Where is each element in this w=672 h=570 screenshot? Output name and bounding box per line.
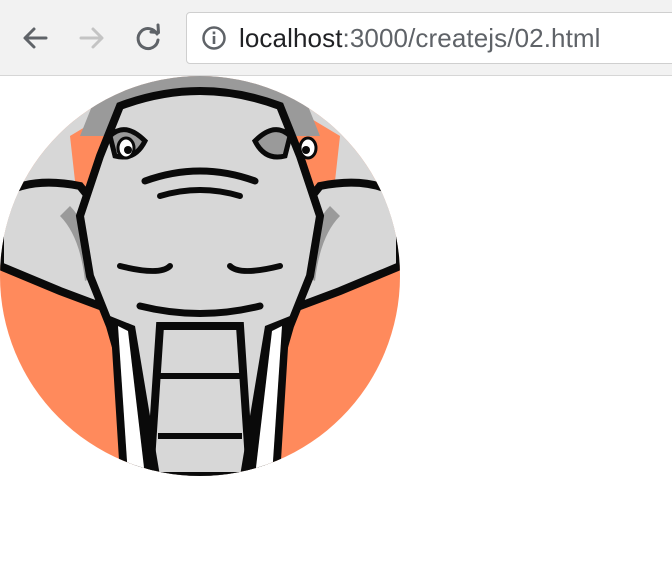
reload-icon xyxy=(133,23,163,53)
forward-button[interactable] xyxy=(72,18,112,58)
url-text[interactable]: localhost:3000/createjs/02.html xyxy=(239,23,601,54)
browser-toolbar: localhost:3000/createjs/02.html xyxy=(0,0,672,76)
reload-button[interactable] xyxy=(128,18,168,58)
arrow-right-icon xyxy=(77,23,107,53)
address-bar[interactable]: localhost:3000/createjs/02.html xyxy=(186,12,672,64)
back-button[interactable] xyxy=(15,18,55,58)
info-circle-icon[interactable] xyxy=(201,25,227,51)
page-content xyxy=(0,76,672,570)
url-path: :3000/createjs/02.html xyxy=(342,22,601,53)
arrow-left-icon xyxy=(20,23,50,53)
url-host: localhost xyxy=(239,22,343,53)
elephant-head-icon xyxy=(0,76,400,476)
canvas-stage xyxy=(0,76,400,476)
